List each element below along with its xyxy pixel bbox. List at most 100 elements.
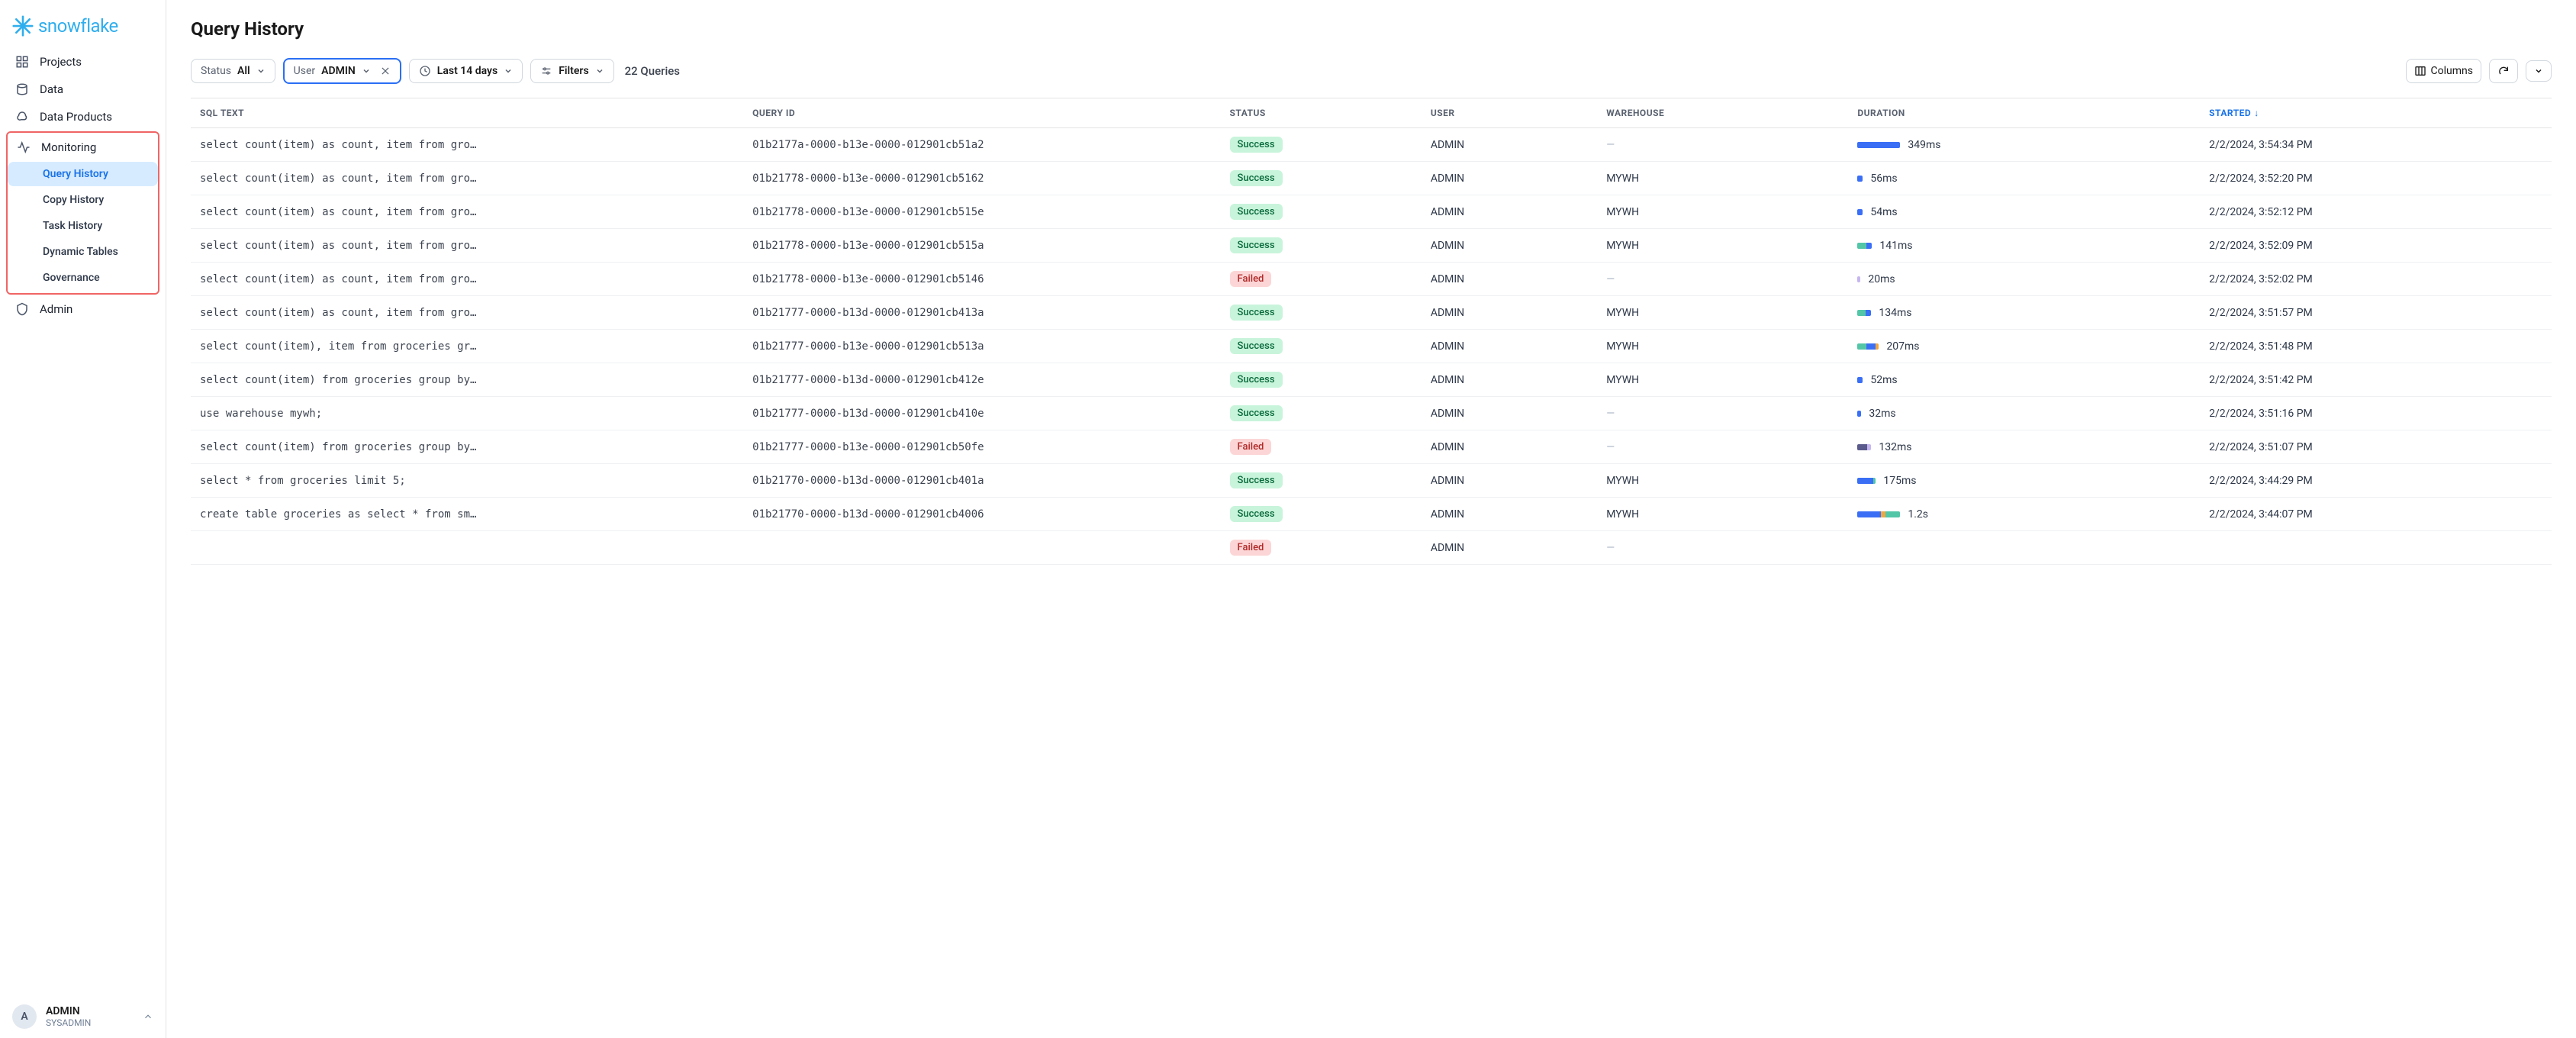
- table-row[interactable]: select count(item) as count, item from g…: [191, 128, 2552, 162]
- cell-warehouse: MYWH: [1597, 363, 1848, 397]
- cell-started: 2/2/2024, 3:51:48 PM: [2200, 330, 2552, 363]
- sidebar-item-label: Projects: [40, 55, 82, 69]
- col-warehouse[interactable]: WAREHOUSE: [1597, 98, 1848, 128]
- sidebar: snowflake Projects Data Data Products Mo…: [0, 0, 166, 1038]
- sidebar-item-label: Query History: [43, 168, 108, 180]
- cell-started: 2/2/2024, 3:52:12 PM: [2200, 195, 2552, 229]
- filter-status[interactable]: Status All: [191, 59, 275, 83]
- cell-status: Success: [1221, 296, 1422, 330]
- close-icon[interactable]: [380, 66, 391, 76]
- cell-status: Success: [1221, 229, 1422, 263]
- query-table: SQL TEXT QUERY ID STATUS USER WAREHOUSE …: [191, 98, 2552, 1038]
- cell-warehouse: MYWH: [1597, 229, 1848, 263]
- projects-icon: [15, 55, 29, 69]
- status-badge: Success: [1230, 170, 1283, 186]
- cell-sql: [191, 531, 743, 565]
- cell-queryid: 01b21777-0000-b13d-0000-012901cb410e: [743, 397, 1220, 430]
- table-row[interactable]: use warehouse mywh;01b21777-0000-b13d-00…: [191, 397, 2552, 430]
- cell-sql: select count(item) as count, item from g…: [191, 263, 743, 296]
- cell-warehouse: —: [1597, 531, 1848, 565]
- cell-warehouse: MYWH: [1597, 464, 1848, 498]
- filter-timerange[interactable]: Last 14 days: [409, 59, 523, 83]
- filter-more[interactable]: Filters: [530, 59, 613, 83]
- duration-text: 1.2s: [1908, 508, 1928, 521]
- col-sql[interactable]: SQL TEXT: [191, 98, 743, 128]
- status-badge: Success: [1230, 405, 1283, 421]
- cell-started: 2/2/2024, 3:44:29 PM: [2200, 464, 2552, 498]
- table-row[interactable]: FailedADMIN—: [191, 531, 2552, 565]
- avatar: A: [12, 1004, 37, 1029]
- duration-text: 20ms: [1868, 273, 1895, 285]
- sidebar-item-label: Governance: [43, 272, 100, 284]
- chevron-up-icon: [143, 1011, 153, 1022]
- cell-user: ADMIN: [1422, 330, 1597, 363]
- user-role: SYSADMIN: [46, 1017, 134, 1028]
- filter-user[interactable]: User ADMIN: [283, 58, 401, 84]
- cell-started: 2/2/2024, 3:51:16 PM: [2200, 397, 2552, 430]
- chevron-down-icon: [2534, 66, 2543, 76]
- cell-sql: select count(item) as count, item from g…: [191, 296, 743, 330]
- duration-bar: [1857, 478, 1876, 484]
- cell-queryid: 01b21770-0000-b13d-0000-012901cb401a: [743, 464, 1220, 498]
- cell-user: ADMIN: [1422, 464, 1597, 498]
- cell-sql: select count(item) as count, item from g…: [191, 162, 743, 195]
- col-queryid[interactable]: QUERY ID: [743, 98, 1220, 128]
- cell-duration: 132ms: [1848, 430, 2200, 464]
- col-status[interactable]: STATUS: [1221, 98, 1422, 128]
- cell-user: ADMIN: [1422, 128, 1597, 162]
- sidebar-item-admin[interactable]: Admin: [6, 296, 159, 322]
- filter-value: Filters: [559, 65, 588, 77]
- col-started[interactable]: STARTED↓: [2200, 98, 2552, 128]
- cell-status: Success: [1221, 195, 1422, 229]
- cell-duration: 175ms: [1848, 464, 2200, 498]
- table-row[interactable]: select count(item) as count, item from g…: [191, 296, 2552, 330]
- table-row[interactable]: select * from groceries limit 5;01b21770…: [191, 464, 2552, 498]
- cell-sql: select count(item), item from groceries …: [191, 330, 743, 363]
- table-row[interactable]: select count(item) as count, item from g…: [191, 263, 2552, 296]
- user-footer[interactable]: A ADMIN SYSADMIN: [0, 995, 166, 1038]
- filter-value: All: [237, 65, 250, 77]
- duration-bar: [1857, 310, 1871, 316]
- col-user[interactable]: USER: [1422, 98, 1597, 128]
- duration-bar: [1857, 142, 1900, 148]
- col-duration[interactable]: DURATION: [1848, 98, 2200, 128]
- refresh-button[interactable]: [2489, 59, 2518, 83]
- duration-text: 141ms: [1879, 240, 1912, 252]
- chevron-down-icon: [256, 66, 266, 76]
- sidebar-item-label: Dynamic Tables: [43, 246, 118, 258]
- sidebar-item-data[interactable]: Data: [6, 76, 159, 102]
- table-row[interactable]: select count(item) as count, item from g…: [191, 195, 2552, 229]
- table-row[interactable]: create table groceries as select * from …: [191, 498, 2552, 531]
- cell-started: [2200, 531, 2552, 565]
- sidebar-item-governance[interactable]: Governance: [8, 266, 158, 290]
- duration-bar: [1857, 343, 1879, 350]
- cell-started: 2/2/2024, 3:54:34 PM: [2200, 128, 2552, 162]
- sidebar-item-query-history[interactable]: Query History: [8, 162, 158, 186]
- cell-status: Success: [1221, 363, 1422, 397]
- table-row[interactable]: select count(item) as count, item from g…: [191, 162, 2552, 195]
- table-row[interactable]: select count(item), item from groceries …: [191, 330, 2552, 363]
- sidebar-item-label: Copy History: [43, 194, 104, 206]
- cell-user: ADMIN: [1422, 162, 1597, 195]
- sidebar-item-task-history[interactable]: Task History: [8, 214, 158, 238]
- cell-status: Success: [1221, 464, 1422, 498]
- sidebar-item-monitoring[interactable]: Monitoring: [8, 134, 158, 160]
- cell-warehouse: —: [1597, 128, 1848, 162]
- filter-toolbar: Status All User ADMIN Last 14 days Filte…: [191, 58, 2552, 84]
- table-row[interactable]: select count(item) from groceries group …: [191, 363, 2552, 397]
- logo[interactable]: snowflake: [0, 9, 166, 49]
- table-row[interactable]: select count(item) from groceries group …: [191, 430, 2552, 464]
- sidebar-item-dynamic-tables[interactable]: Dynamic Tables: [8, 240, 158, 264]
- cell-status: Success: [1221, 128, 1422, 162]
- sidebar-item-label: Task History: [43, 220, 102, 232]
- columns-button[interactable]: Columns: [2406, 59, 2481, 83]
- more-button[interactable]: [2526, 60, 2552, 82]
- chevron-down-icon: [595, 66, 604, 76]
- sidebar-item-copy-history[interactable]: Copy History: [8, 188, 158, 212]
- sidebar-item-projects[interactable]: Projects: [6, 49, 159, 75]
- cell-user: ADMIN: [1422, 397, 1597, 430]
- cell-user: ADMIN: [1422, 195, 1597, 229]
- table-row[interactable]: select count(item) as count, item from g…: [191, 229, 2552, 263]
- cell-user: ADMIN: [1422, 296, 1597, 330]
- sidebar-item-data-products[interactable]: Data Products: [6, 104, 159, 130]
